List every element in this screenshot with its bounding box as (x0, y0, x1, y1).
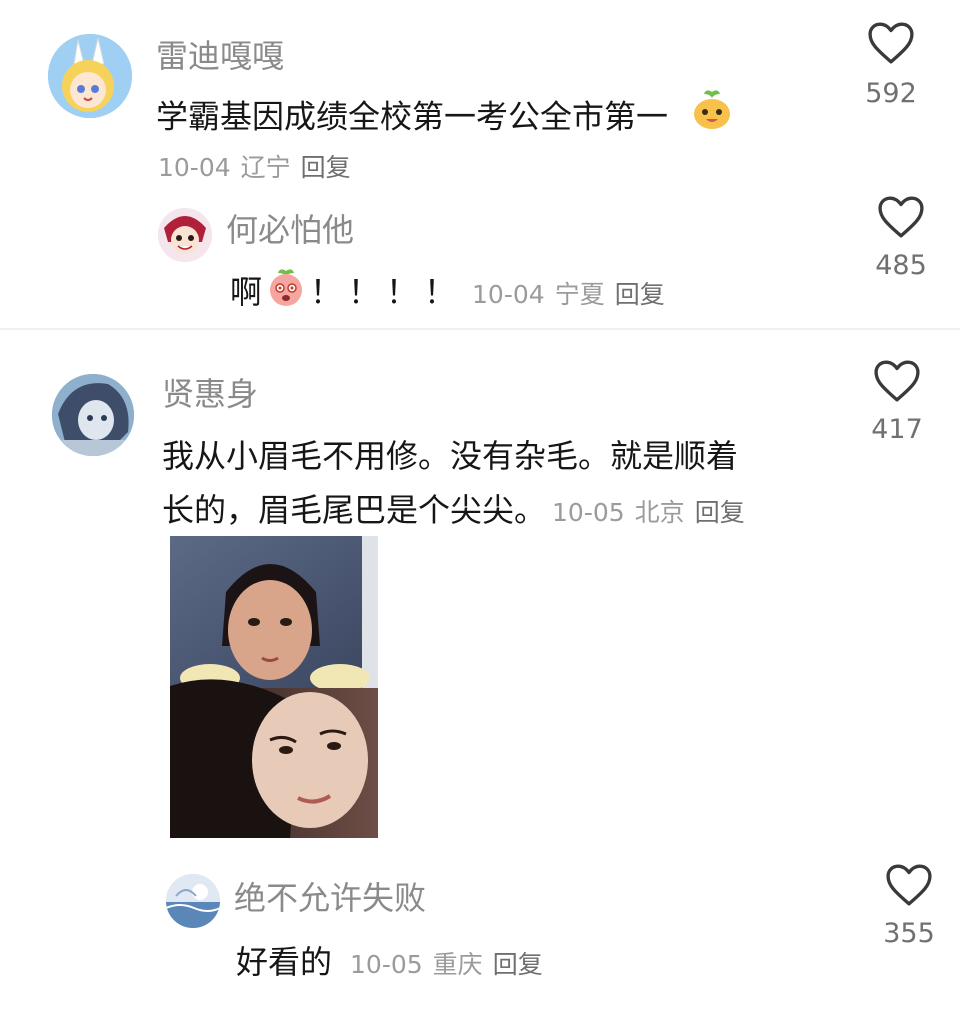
reply-text: 好看的 (236, 943, 333, 981)
reply-avatar[interactable] (158, 208, 212, 262)
comment-text: 学霸基因成绩全校第一考公全市第一 (156, 88, 734, 149)
comment-item: 贤惠身 我从小眉毛不用修。没有杂毛。就是顺着 长的，眉毛尾巴是个尖尖。 10-05… (0, 330, 960, 1032)
reply-button[interactable]: 回复 (615, 280, 665, 309)
comment-username[interactable]: 雷迪嘎嘎 (156, 36, 284, 76)
anime-girl-bunny-avatar-icon (48, 34, 132, 118)
heart-icon[interactable] (875, 194, 927, 240)
reply-button[interactable]: 回复 (493, 950, 543, 979)
user-avatar[interactable] (48, 34, 132, 118)
heart-icon[interactable] (871, 358, 923, 404)
comment-text-body: 学霸基因成绩全校第一考公全市第一 (156, 97, 669, 136)
user-avatar[interactable] (52, 374, 134, 456)
comment-attached-image[interactable] (170, 536, 378, 838)
comment-location: 辽宁 (240, 153, 291, 182)
reply-date: 10-04 (472, 280, 545, 309)
comment-location: 北京 (634, 498, 685, 527)
reply-text-suffix: ！！！！ (310, 273, 463, 311)
like-button[interactable]: 485 (856, 194, 946, 281)
childhood-and-adult-photo-collage-icon (170, 536, 378, 838)
smiling-sprout-emoji-icon (690, 88, 734, 149)
like-count: 485 (875, 250, 927, 281)
heart-icon[interactable] (865, 20, 917, 66)
comment-date: 10-04 (158, 153, 231, 182)
anime-character-avatar-icon (158, 208, 212, 262)
comment-text-line1: 我从小眉毛不用修。没有杂毛。就是顺着 (162, 437, 739, 475)
reply-text-row: 啊 ！！！！ 10-04 宁夏 回复 (230, 264, 665, 330)
reply-avatar[interactable] (166, 874, 220, 928)
reply-location: 宁夏 (554, 280, 605, 309)
anime-girl-blue-avatar-icon (52, 374, 134, 456)
heart-icon[interactable] (883, 862, 935, 908)
like-button[interactable]: 592 (846, 20, 936, 109)
reply-location: 重庆 (432, 950, 483, 979)
reply-text-prefix: 啊 (230, 273, 263, 311)
reply-date: 10-05 (350, 950, 423, 979)
comment-item: 雷迪嘎嘎 学霸基因成绩全校第一考公全市第一 10-04 辽宁 回复 592 何必… (0, 0, 960, 330)
like-count: 417 (871, 414, 923, 445)
ocean-scene-avatar-icon (166, 874, 220, 928)
like-count: 592 (865, 78, 917, 109)
comment-username[interactable]: 贤惠身 (162, 374, 258, 414)
comment-text-line2: 长的，眉毛尾巴是个尖尖。 (162, 491, 547, 529)
reply-username[interactable]: 何必怕他 (226, 210, 354, 250)
reply-button[interactable]: 回复 (301, 153, 351, 182)
like-count: 355 (883, 918, 935, 949)
like-button[interactable]: 417 (852, 358, 942, 445)
comment-meta: 10-04 辽宁 回复 (158, 148, 351, 184)
reply-button[interactable]: 回复 (695, 498, 745, 527)
comment-date: 10-05 (552, 498, 625, 527)
like-button[interactable]: 355 (864, 862, 954, 949)
reply-username[interactable]: 绝不允许失败 (234, 878, 426, 918)
comment-text-line2-row: 长的，眉毛尾巴是个尖尖。 10-05 北京 回复 (162, 482, 745, 544)
shocked-peach-emoji-icon (266, 267, 306, 330)
reply-text-row: 好看的 10-05 重庆 回复 (236, 934, 543, 996)
